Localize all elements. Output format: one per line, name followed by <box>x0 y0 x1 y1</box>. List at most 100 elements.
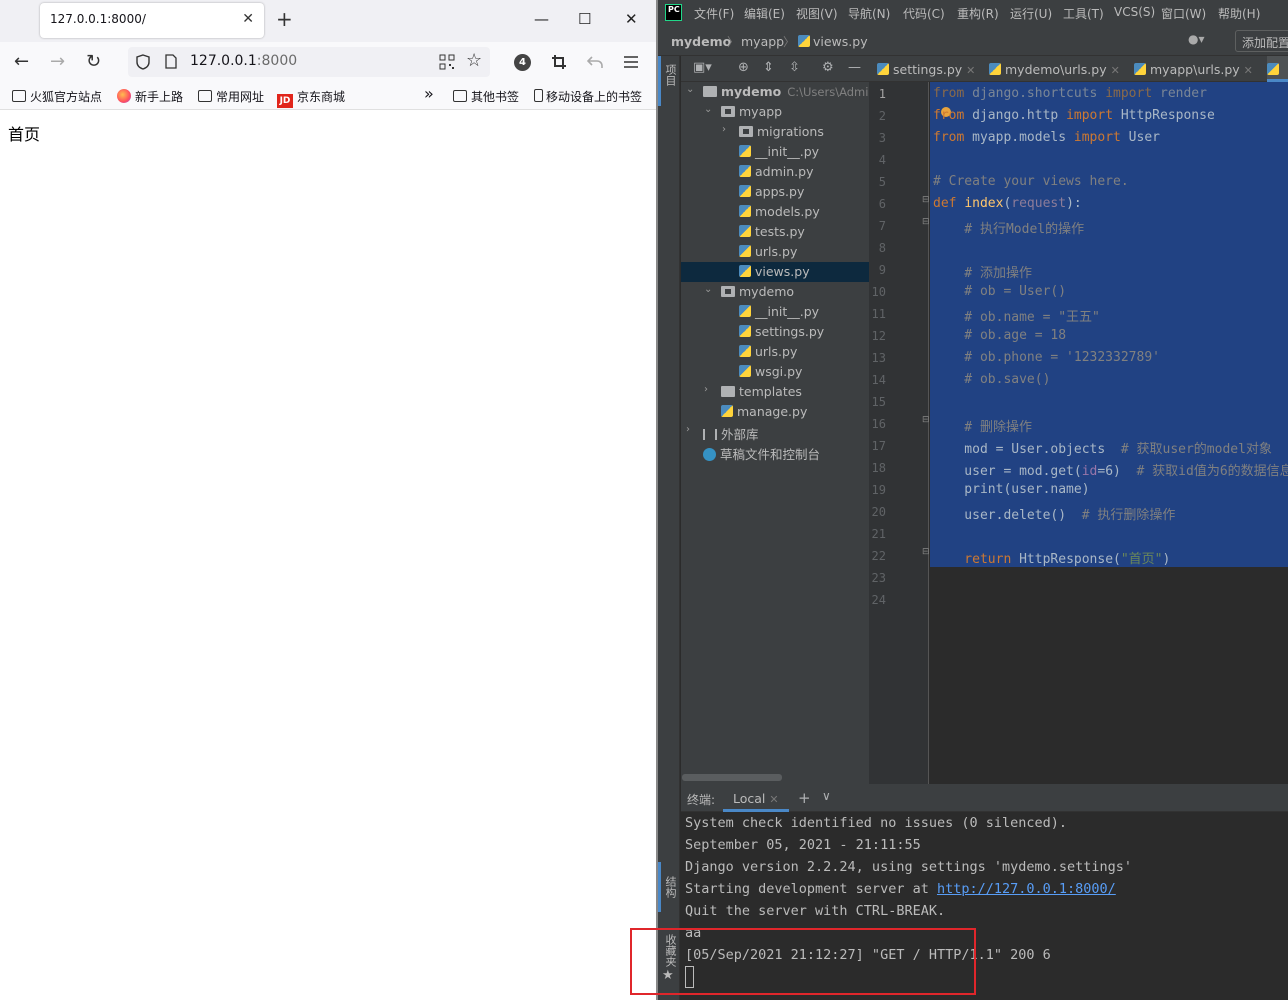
menu-help[interactable]: 帮助(H) <box>1218 5 1260 22</box>
editor-tab-myapp-urls[interactable]: myapp\urls.py ✕ <box>1134 56 1253 82</box>
tree-item[interactable]: tests.py <box>681 222 869 242</box>
terminal-menu-chevron-icon[interactable]: ∨ <box>822 789 831 803</box>
python-file-icon <box>739 265 751 277</box>
undo-icon[interactable] <box>587 54 603 70</box>
expand-all-icon[interactable]: ⇕ <box>763 60 774 75</box>
editor-tab-views-active[interactable] <box>1267 56 1288 82</box>
close-tab-icon[interactable]: ✕ <box>1111 64 1120 77</box>
back-button[interactable]: ← <box>14 52 29 72</box>
line-number: 1 <box>878 87 886 101</box>
fold-marker-icon[interactable]: ⊟ <box>922 547 930 557</box>
tree-item[interactable]: models.py <box>681 202 869 222</box>
reload-button[interactable]: ↻ <box>86 52 101 72</box>
menu-navigate[interactable]: 导航(N) <box>848 5 890 22</box>
tree-item[interactable]: ⌄ mydemo <box>681 282 869 302</box>
bookmarks-overflow-button[interactable]: » <box>424 84 434 103</box>
menu-run[interactable]: 运行(U) <box>1010 5 1052 22</box>
tree-item[interactable]: settings.py <box>681 322 869 342</box>
menu-file[interactable]: 文件(F) <box>694 5 734 22</box>
tree-item[interactable]: ⌄ myapp <box>681 102 869 122</box>
bookmark-item[interactable]: JD 京东商城 <box>277 88 345 108</box>
tree-item[interactable]: 草稿文件和控制台 <box>681 442 869 462</box>
code-line: # ob.save() <box>933 372 1051 387</box>
editor-tab-label: mydemo\urls.py <box>1005 62 1107 77</box>
locate-icon[interactable]: ⊕ <box>738 60 749 75</box>
minimize-button[interactable]: — <box>534 10 549 28</box>
tree-item[interactable]: › 外部库 <box>681 422 869 442</box>
close-window-button[interactable]: ✕ <box>625 10 638 28</box>
tree-item[interactable]: manage.py <box>681 402 869 422</box>
code-line: print(user.name) <box>933 482 1090 497</box>
tree-item[interactable]: __init__.py <box>681 302 869 322</box>
browser-tab[interactable]: 127.0.0.1:8000/ ✕ <box>40 3 264 38</box>
bookmark-label: 新手上路 <box>135 90 184 104</box>
bookmark-item[interactable]: 新手上路 <box>117 88 183 105</box>
line-number: 23 <box>871 571 886 585</box>
bookmark-item[interactable]: 其他书签 <box>453 88 519 105</box>
menu-icon[interactable] <box>624 55 638 69</box>
horizontal-scrollbar[interactable] <box>682 774 782 781</box>
user-icon[interactable]: ●▾ <box>1188 32 1205 46</box>
breadcrumb-folder[interactable]: myapp <box>741 34 784 49</box>
close-tab-icon[interactable]: ✕ <box>1244 64 1253 77</box>
hide-panel-icon[interactable]: — <box>848 60 861 75</box>
menu-refactor[interactable]: 重构(R) <box>957 5 999 22</box>
menu-edit[interactable]: 编辑(E) <box>744 5 785 22</box>
breadcrumb-file[interactable]: views.py <box>813 34 868 49</box>
editor-tab-settings[interactable]: settings.py ✕ <box>877 56 975 82</box>
editor-tabs: settings.py ✕ mydemo\urls.py ✕ myapp\urls.… <box>869 56 1288 82</box>
page-icon[interactable] <box>165 54 177 69</box>
menu-code[interactable]: 代码(C) <box>903 5 945 22</box>
tree-item[interactable]: __init__.py <box>681 142 869 162</box>
tree-item[interactable]: › migrations <box>681 122 869 142</box>
terminal-tab-local[interactable]: Local ✕ <box>723 784 789 812</box>
close-tab-icon[interactable]: ✕ <box>769 793 778 806</box>
menu-tools[interactable]: 工具(T) <box>1063 5 1104 22</box>
forward-button[interactable]: → <box>50 52 65 72</box>
new-terminal-button[interactable]: + <box>798 789 811 807</box>
fold-marker-icon[interactable]: ⊟ <box>922 195 930 205</box>
tree-item[interactable]: admin.py <box>681 162 869 182</box>
code-editor[interactable]: 1 2 3 4 5 6 7 8 9 10 11 12 13 14 15 16 1… <box>869 82 1288 784</box>
project-view-icon[interactable]: ▣▾ <box>693 60 712 75</box>
close-tab-icon[interactable]: ✕ <box>242 11 254 27</box>
menu-vcs[interactable]: VCS(S) <box>1114 5 1155 19</box>
collapse-all-icon[interactable]: ⇳ <box>789 60 800 75</box>
bookmark-star-icon[interactable]: ☆ <box>466 50 482 71</box>
url-bar[interactable]: 127.0.0.1:8000 ☆ <box>128 47 490 77</box>
code-line: # 添加操作 <box>933 266 1032 281</box>
tree-item-selected[interactable]: views.py <box>681 262 869 282</box>
breadcrumb-project[interactable]: mydemo <box>671 34 731 49</box>
server-url-link[interactable]: http://127.0.0.1:8000/ <box>937 881 1116 897</box>
bookmark-item[interactable]: 移动设备上的书签 <box>534 88 642 105</box>
add-configuration-button[interactable]: 添加配置 <box>1235 30 1288 52</box>
project-tool-button[interactable]: 项目 <box>662 64 678 86</box>
fold-marker-icon[interactable]: ⊟ <box>922 415 930 425</box>
tree-label: urls.py <box>755 244 798 259</box>
tree-item[interactable]: urls.py <box>681 342 869 362</box>
crop-icon[interactable] <box>551 54 567 70</box>
menu-view[interactable]: 视图(V) <box>796 5 838 22</box>
settings-gear-icon[interactable]: ⚙ <box>822 60 834 75</box>
fold-marker-icon[interactable]: ⊟ <box>922 217 930 227</box>
tree-item[interactable]: wsgi.py <box>681 362 869 382</box>
tree-item[interactable]: ⌄ mydemo C:\Users\Admin <box>681 82 869 102</box>
menu-window[interactable]: 窗口(W) <box>1161 5 1206 22</box>
bookmark-item[interactable]: 火狐官方站点 <box>12 88 102 105</box>
bookmark-item[interactable]: 常用网址 <box>198 88 264 105</box>
close-tab-icon[interactable]: ✕ <box>966 64 975 77</box>
python-file-icon <box>739 305 751 317</box>
extension-badge[interactable]: 4 <box>514 54 531 71</box>
structure-tool-button[interactable]: 结构 <box>662 876 678 898</box>
editor-tab-mydemo-urls[interactable]: mydemo\urls.py ✕ <box>989 56 1120 82</box>
new-tab-button[interactable]: + <box>276 8 293 30</box>
url-text[interactable]: 127.0.0.1:8000 <box>190 53 297 69</box>
maximize-button[interactable]: ☐ <box>578 10 591 28</box>
tree-item[interactable]: urls.py <box>681 242 869 262</box>
qr-code-icon[interactable] <box>439 54 455 70</box>
code-line: from django.shortcuts import render <box>933 86 1207 101</box>
tree-item[interactable]: apps.py <box>681 182 869 202</box>
shield-icon[interactable] <box>136 54 150 70</box>
tree-item[interactable]: › templates <box>681 382 869 402</box>
line-number: 20 <box>871 505 886 519</box>
